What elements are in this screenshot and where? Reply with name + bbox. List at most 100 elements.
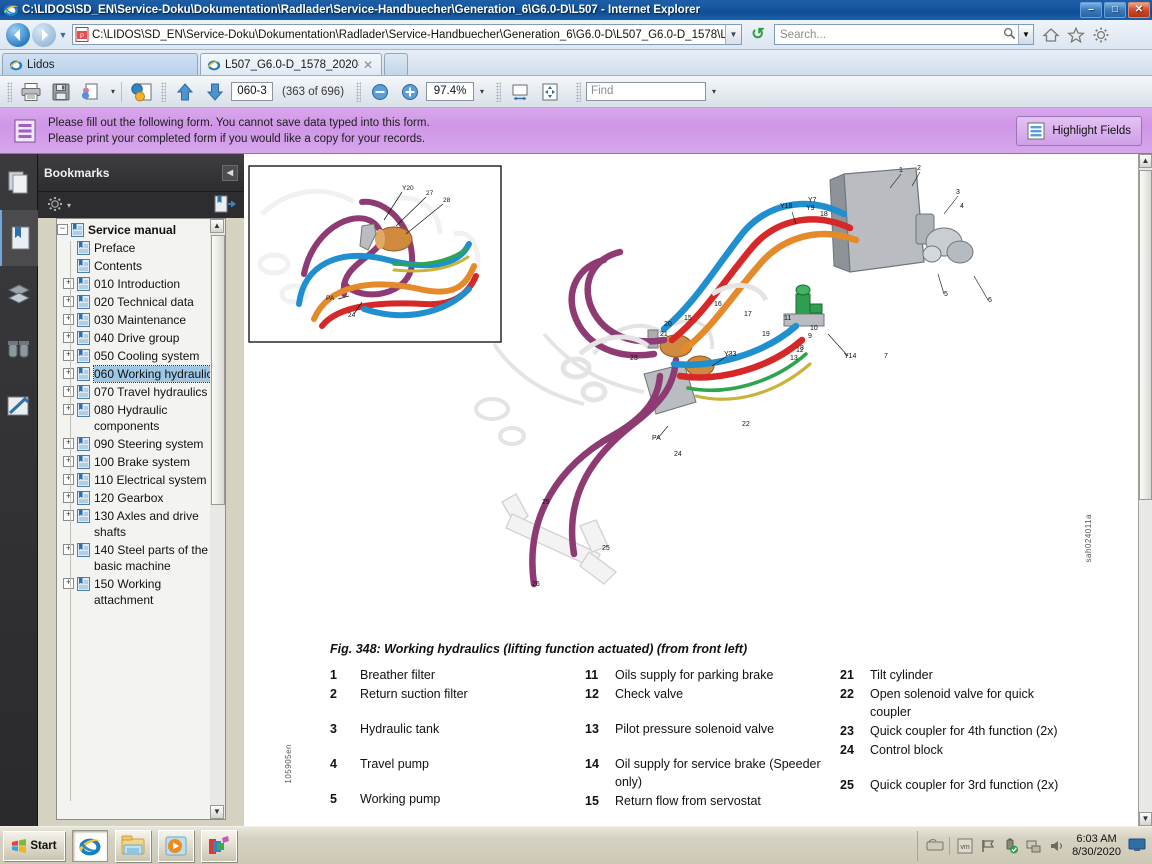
bookmark-item[interactable]: Contents [57,257,225,275]
web-view-button[interactable] [128,79,156,105]
bookmark-item[interactable]: + 120 Gearbox [57,489,225,507]
save-copy-button[interactable] [47,79,75,105]
bookmarks-scrollbar[interactable]: ▲ ▼ [210,218,226,820]
bookmarks-scroll-up-button[interactable]: ▲ [210,219,224,233]
bookmark-item[interactable]: + 080 Hydraulic components [57,401,225,435]
forward-button[interactable] [32,23,56,47]
rail-item-attachments[interactable] [0,322,38,378]
document-scrollbar[interactable]: ▲ ▼ [1138,154,1152,826]
fit-page-button[interactable] [536,79,564,105]
bookmark-item[interactable]: + 040 Drive group [57,329,225,347]
search-dropdown-icon[interactable]: ▼ [1018,25,1033,44]
rail-item-bookmarks[interactable] [0,210,38,266]
email-button[interactable] [77,79,105,105]
new-tab-button[interactable] [384,53,408,75]
bookmark-expander-icon[interactable] [63,260,74,271]
rail-item-pages[interactable] [0,154,38,210]
previous-page-button[interactable] [171,79,199,105]
bookmark-item[interactable]: + 150 Working attachment [57,575,225,609]
maximize-button[interactable]: □ [1104,2,1126,18]
show-desktop-icon[interactable] [1128,838,1144,854]
bookmark-item[interactable]: + 100 Brake system [57,453,225,471]
bookmarks-tree[interactable]: − Service manual Preface Contents+ 010 I… [56,218,226,820]
bookmarks-options-gear-icon[interactable] [46,195,64,216]
network-icon[interactable] [1026,838,1042,854]
volume-icon[interactable] [1049,838,1065,854]
find-input[interactable]: Find [586,82,706,101]
bookmarks-options-caret-icon[interactable]: ▾ [67,201,71,210]
favorites-star-icon[interactable] [1067,26,1085,44]
collapse-panel-icon[interactable]: ◀ [222,165,238,181]
taskbar-item-media-player[interactable] [158,830,194,862]
bookmarks-scroll-down-button[interactable]: ▼ [210,805,224,819]
minimize-button[interactable]: – [1080,2,1102,18]
bookmark-expander-icon[interactable]: + [63,386,74,397]
next-page-button[interactable] [201,79,229,105]
search-icon[interactable] [1000,27,1018,43]
toolbar-grip[interactable] [356,82,361,102]
home-icon[interactable] [1042,26,1060,44]
vm-tools-icon[interactable]: vm [957,838,973,854]
history-dropdown-icon[interactable]: ▼ [56,30,70,40]
bookmark-expander-icon[interactable]: + [63,368,74,379]
flag-action-center-icon[interactable] [980,838,996,854]
bookmark-item[interactable]: + 030 Maintenance [57,311,225,329]
bookmark-expander-icon[interactable]: − [57,224,68,235]
bookmark-item[interactable]: + 050 Cooling system [57,347,225,365]
bookmark-item[interactable]: + 060 Working hydraulics [57,365,225,383]
bookmark-expander-icon[interactable]: + [63,350,74,361]
taskbar-item-file-explorer[interactable] [115,830,151,862]
bookmark-item[interactable]: + 070 Travel hydraulics [57,383,225,401]
bookmark-item[interactable]: + 020 Technical data [57,293,225,311]
address-input[interactable]: P C:\LIDOS\SD_EN\Service-Doku\Dokumentat… [72,24,742,45]
bookmark-item[interactable]: + 140 Steel parts of the basic machine [57,541,225,575]
bookmark-expander-icon[interactable]: + [63,278,74,289]
bookmark-item[interactable]: + 110 Electrical system [57,471,225,489]
clock[interactable]: 6:03 AM 8/30/2020 [1072,833,1121,859]
pdf-document-view[interactable]: Y202728 PA24 [244,154,1138,826]
rail-item-signatures[interactable] [0,378,38,434]
find-dropdown-icon[interactable]: ▾ [712,87,716,96]
address-dropdown-icon[interactable]: ▼ [725,25,741,44]
rail-item-layers[interactable] [0,266,38,322]
zoom-dropdown-icon[interactable]: ▾ [480,87,484,96]
taskbar-item-lidos[interactable] [201,830,237,862]
document-scroll-down-button[interactable]: ▼ [1139,812,1152,826]
page-number-input[interactable]: 060-3 [231,82,273,101]
bookmark-expander-icon[interactable]: + [63,474,74,485]
bookmark-expander-icon[interactable]: + [63,296,74,307]
close-button[interactable]: ✕ [1128,2,1150,18]
toolbar-grip[interactable] [576,82,581,102]
email-dropdown-icon[interactable]: ▾ [111,87,115,96]
back-button[interactable] [6,23,30,47]
bookmark-item[interactable]: + 090 Steering system [57,435,225,453]
bookmark-expander-icon[interactable]: + [63,510,74,521]
tab-close-icon[interactable]: ✕ [363,58,373,72]
tab-lidos[interactable]: Lidos [2,53,198,75]
zoom-out-button[interactable] [366,79,394,105]
bookmark-expander-icon[interactable]: + [63,404,74,415]
bookmark-item[interactable]: Preface [57,239,225,257]
tab-l507-pdf[interactable]: L507_G6.0-D_1578_2020-0... ✕ [200,53,382,75]
toolbar-grip[interactable] [496,82,501,102]
keyboard-layout-icon[interactable] [926,838,942,854]
print-button[interactable] [17,79,45,105]
highlight-fields-button[interactable]: Highlight Fields [1016,116,1142,146]
zoom-level-input[interactable]: 97.4% [426,82,474,101]
zoom-in-button[interactable] [396,79,424,105]
bookmark-expander-icon[interactable]: + [63,314,74,325]
bookmark-item[interactable]: + 130 Axles and drive shafts [57,507,225,541]
taskbar-item-internet-explorer[interactable] [72,830,108,862]
start-button[interactable]: Start [3,831,65,861]
bookmark-item[interactable]: − Service manual [57,221,225,239]
bookmark-item[interactable]: + 010 Introduction [57,275,225,293]
document-scroll-thumb[interactable] [1139,170,1152,500]
fit-width-button[interactable] [506,79,534,105]
bookmarks-scroll-thumb[interactable] [211,235,225,505]
toolbar-grip[interactable] [161,82,166,102]
gear-icon[interactable] [1092,26,1110,44]
search-input[interactable]: Search... ▼ [774,24,1034,45]
toolbar-grip[interactable] [7,82,12,102]
bookmark-expander-icon[interactable]: + [63,578,74,589]
bookmark-expander-icon[interactable]: + [63,438,74,449]
